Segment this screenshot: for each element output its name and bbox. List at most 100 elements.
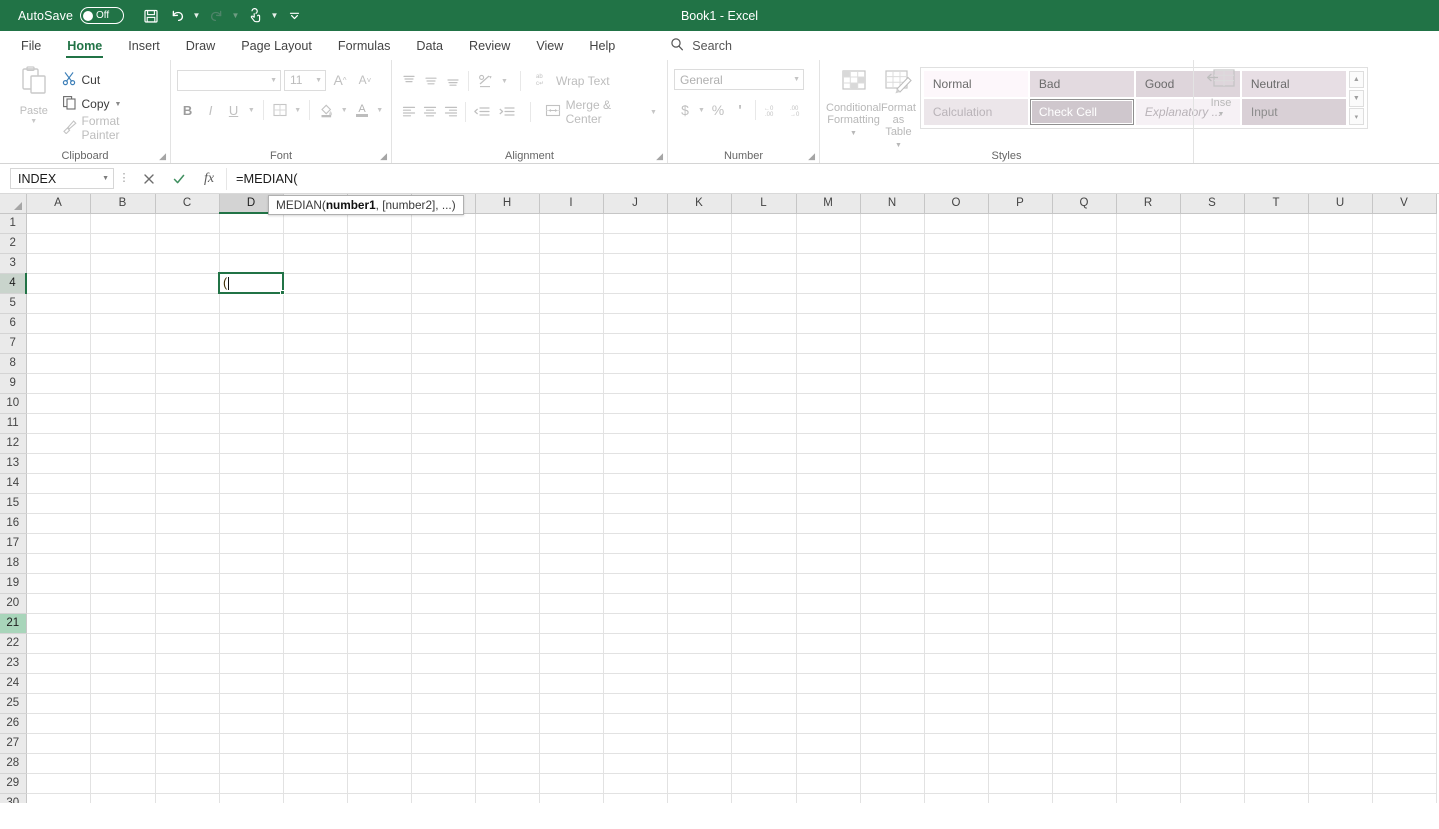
- cell-P3[interactable]: [988, 253, 1053, 274]
- cell-N13[interactable]: [860, 453, 925, 474]
- font-dialog-launcher-icon[interactable]: ◢: [380, 151, 387, 162]
- cell-style-neutral[interactable]: Neutral: [1241, 71, 1346, 97]
- cell-S9[interactable]: [1180, 373, 1245, 394]
- cell-E18[interactable]: [283, 553, 348, 574]
- cell-V2[interactable]: [1372, 233, 1437, 254]
- cell-M27[interactable]: [796, 733, 861, 754]
- cell-M7[interactable]: [796, 333, 861, 354]
- row-header-17[interactable]: 17: [0, 533, 27, 554]
- cell-U24[interactable]: [1308, 673, 1373, 694]
- cell-A6[interactable]: [26, 313, 91, 334]
- cell-O25[interactable]: [924, 693, 989, 714]
- cell-K27[interactable]: [667, 733, 732, 754]
- cell-T18[interactable]: [1244, 553, 1309, 574]
- conditional-formatting-button[interactable]: Conditional Formatting ▼: [826, 67, 881, 152]
- cell-T16[interactable]: [1244, 513, 1309, 534]
- cell-G17[interactable]: [411, 533, 476, 554]
- cell-L18[interactable]: [731, 553, 797, 574]
- merge-and-center-button[interactable]: Merge & Center ▼: [541, 98, 661, 126]
- cell-N29[interactable]: [860, 773, 925, 794]
- cell-E6[interactable]: [283, 313, 348, 334]
- cell-C25[interactable]: [155, 693, 220, 714]
- cell-S6[interactable]: [1180, 313, 1245, 334]
- cell-R28[interactable]: [1116, 753, 1181, 774]
- cell-H22[interactable]: [475, 633, 540, 654]
- cell-P15[interactable]: [988, 493, 1053, 514]
- cell-T3[interactable]: [1244, 253, 1309, 274]
- cell-U28[interactable]: [1308, 753, 1373, 774]
- cell-J10[interactable]: [603, 393, 668, 414]
- cell-V24[interactable]: [1372, 673, 1437, 694]
- underline-chevron-down-icon[interactable]: ▼: [246, 107, 257, 114]
- cell-R4[interactable]: [1116, 273, 1181, 294]
- cell-I1[interactable]: [539, 213, 604, 234]
- cell-K25[interactable]: [667, 693, 732, 714]
- column-header-h[interactable]: H: [475, 194, 540, 214]
- cell-P5[interactable]: [988, 293, 1053, 314]
- cell-D17[interactable]: [219, 533, 284, 554]
- cell-N6[interactable]: [860, 313, 925, 334]
- cell-R29[interactable]: [1116, 773, 1181, 794]
- cell-C2[interactable]: [155, 233, 220, 254]
- cell-E13[interactable]: [283, 453, 348, 474]
- cell-N3[interactable]: [860, 253, 925, 274]
- cell-R3[interactable]: [1116, 253, 1181, 274]
- cell-R8[interactable]: [1116, 353, 1181, 374]
- cell-I29[interactable]: [539, 773, 604, 794]
- cell-A22[interactable]: [26, 633, 91, 654]
- cell-I20[interactable]: [539, 593, 604, 614]
- number-format-combo[interactable]: General ▼: [674, 69, 804, 90]
- cell-E23[interactable]: [283, 653, 348, 674]
- cell-O21[interactable]: [924, 613, 989, 634]
- cell-I28[interactable]: [539, 753, 604, 774]
- cell-U3[interactable]: [1308, 253, 1373, 274]
- cell-D23[interactable]: [219, 653, 284, 674]
- cell-B30[interactable]: [90, 793, 156, 803]
- decrease-font-size-button[interactable]: A ˅: [354, 69, 376, 91]
- cell-U19[interactable]: [1308, 573, 1373, 594]
- alignment-dialog-launcher-icon[interactable]: ◢: [656, 151, 663, 162]
- cell-M17[interactable]: [796, 533, 861, 554]
- cell-L26[interactable]: [731, 713, 797, 734]
- row-header-30[interactable]: 30: [0, 793, 27, 803]
- cell-E28[interactable]: [283, 753, 348, 774]
- cell-V30[interactable]: [1372, 793, 1437, 803]
- row-header-14[interactable]: 14: [0, 473, 27, 494]
- cell-G9[interactable]: [411, 373, 476, 394]
- row-header-11[interactable]: 11: [0, 413, 27, 434]
- font-size-chevron-down-icon[interactable]: ▼: [315, 77, 322, 84]
- cell-S2[interactable]: [1180, 233, 1245, 254]
- cell-R12[interactable]: [1116, 433, 1181, 454]
- cell-O9[interactable]: [924, 373, 989, 394]
- cell-F16[interactable]: [347, 513, 412, 534]
- cell-J29[interactable]: [603, 773, 668, 794]
- cell-C16[interactable]: [155, 513, 220, 534]
- cell-C3[interactable]: [155, 253, 220, 274]
- cell-styles-scrollbar[interactable]: ▲ ▼ ▾: [1348, 71, 1364, 125]
- cell-F20[interactable]: [347, 593, 412, 614]
- paste-chevron-down-icon[interactable]: ▼: [30, 118, 37, 125]
- cell-V8[interactable]: [1372, 353, 1437, 374]
- cell-K15[interactable]: [667, 493, 732, 514]
- cell-L9[interactable]: [731, 373, 797, 394]
- cell-V16[interactable]: [1372, 513, 1437, 534]
- cell-K17[interactable]: [667, 533, 732, 554]
- cell-T19[interactable]: [1244, 573, 1309, 594]
- cell-V1[interactable]: [1372, 213, 1437, 234]
- column-header-t[interactable]: T: [1244, 194, 1309, 214]
- cell-S3[interactable]: [1180, 253, 1245, 274]
- cell-T22[interactable]: [1244, 633, 1309, 654]
- cell-M12[interactable]: [796, 433, 861, 454]
- cell-A18[interactable]: [26, 553, 91, 574]
- cell-P2[interactable]: [988, 233, 1053, 254]
- cell-S28[interactable]: [1180, 753, 1245, 774]
- cell-T15[interactable]: [1244, 493, 1309, 514]
- cell-E25[interactable]: [283, 693, 348, 714]
- cell-I3[interactable]: [539, 253, 604, 274]
- cell-P1[interactable]: [988, 213, 1053, 234]
- cell-D18[interactable]: [219, 553, 284, 574]
- row-header-7[interactable]: 7: [0, 333, 27, 354]
- cell-R7[interactable]: [1116, 333, 1181, 354]
- styles-scroll-up-icon[interactable]: ▲: [1348, 71, 1364, 88]
- cell-F24[interactable]: [347, 673, 412, 694]
